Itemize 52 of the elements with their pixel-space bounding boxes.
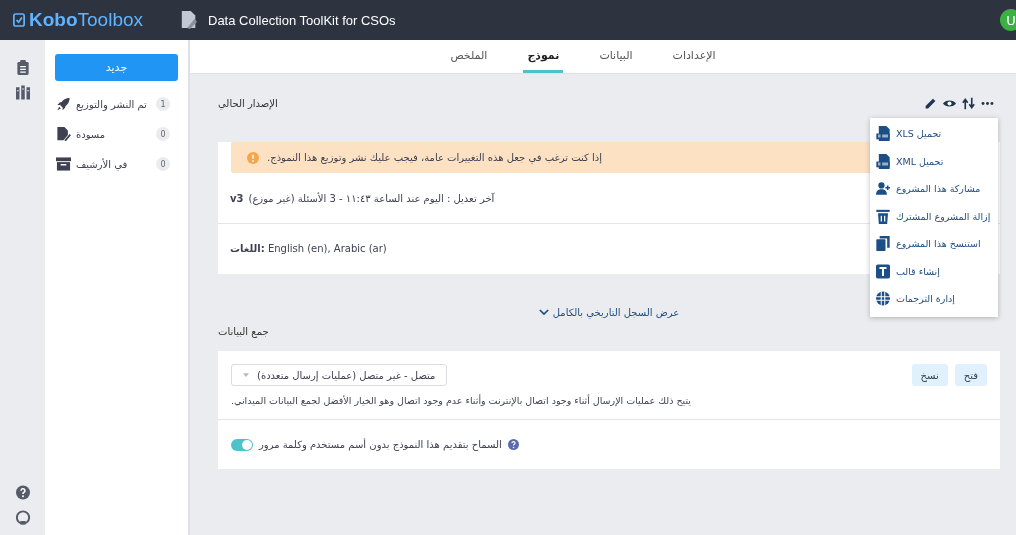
toggle-switch[interactable]	[231, 438, 253, 451]
template-icon	[876, 263, 890, 279]
action-button[interactable]: فتح	[954, 364, 987, 386]
library-icon[interactable]	[15, 85, 30, 100]
help-icon[interactable]	[507, 439, 519, 450]
chevron-down-icon	[538, 309, 549, 316]
tab[interactable]: البيانات	[595, 40, 637, 73]
file-icon	[876, 153, 890, 169]
warning-icon	[247, 151, 259, 164]
trash-icon	[876, 208, 890, 224]
rocket-icon	[56, 97, 71, 111]
sidebar-item[interactable]: في الأرشيف	[76, 158, 128, 170]
mode-dropdown[interactable]: متصل - غير متصل (عمليات إرسال متعددة)	[231, 364, 448, 386]
count-badge: 0	[156, 157, 170, 171]
project-title: Data Collection ToolKit for CSOs	[208, 12, 396, 28]
sidebar-item[interactable]: تم النشر والتوزيع	[76, 98, 147, 110]
user-plus-icon	[876, 181, 890, 197]
document-pencil-icon	[56, 127, 71, 141]
caret-icon	[243, 373, 249, 377]
tab[interactable]: نموذج	[523, 40, 564, 73]
tab[interactable]: الملخص	[446, 40, 492, 73]
globe-icon	[876, 291, 890, 307]
version-label: v3	[230, 192, 244, 204]
clipboard-icon[interactable]	[15, 60, 30, 75]
section-heading: الإصدار الحالي	[218, 97, 278, 109]
logo-icon	[13, 13, 25, 27]
menu-item[interactable]: تحميل XLS	[870, 120, 998, 148]
file-icon	[876, 126, 890, 142]
menu-item[interactable]: تحميل XML	[870, 147, 998, 175]
warning-text: إذا كنت ترغب في جعل هذه التغييرات عامة، فيجب عليك نشر وتوزيع هذا النموذج.	[267, 152, 602, 163]
menu-item[interactable]: إنشاء قالب	[870, 257, 998, 285]
menu-item[interactable]: إدارة الترجمات	[870, 285, 998, 313]
copy-icon	[876, 236, 890, 252]
menu-item[interactable]: مشاركة هذا المشروع	[870, 175, 998, 203]
help-icon[interactable]	[15, 485, 30, 500]
count-badge: 0	[156, 127, 170, 141]
description-text: يتيح ذلك عمليات الإرسال أثناء وجود اتصال بالإنترنت وأثناء عدم وجود اتصال وهو الخيار الأفضل لجمع البيانات الميداني.	[218, 386, 1000, 420]
tab[interactable]: الإعدادات	[668, 40, 720, 73]
section-heading: جمع البيانات	[218, 326, 269, 337]
pencil-icon[interactable]	[924, 96, 937, 110]
action-button[interactable]: نسخ	[911, 364, 948, 386]
logo[interactable]: KoboToolbox	[29, 9, 144, 31]
sidebar-item[interactable]: مسودة	[76, 128, 106, 140]
form-icon	[180, 10, 198, 30]
menu-item[interactable]: استنسخ هذا المشروع	[870, 230, 998, 258]
menu-item[interactable]: إزالة المشروع المشترك	[870, 202, 998, 230]
modified-info: آخر تعديل : اليوم عند الساعة ١١:٤٣ - 3 الأسئلة (غير موزع)	[248, 192, 495, 204]
toggle-label: السماح بتقديم هذا النموذج بدون أسم مستخدم وكلمة مرور	[259, 439, 502, 450]
swap-arrows-icon[interactable]	[962, 96, 975, 110]
archive-box-icon	[56, 157, 71, 171]
history-link[interactable]: عرض السجل التاريخي بالكامل	[538, 307, 680, 318]
count-badge: 1	[156, 97, 170, 111]
